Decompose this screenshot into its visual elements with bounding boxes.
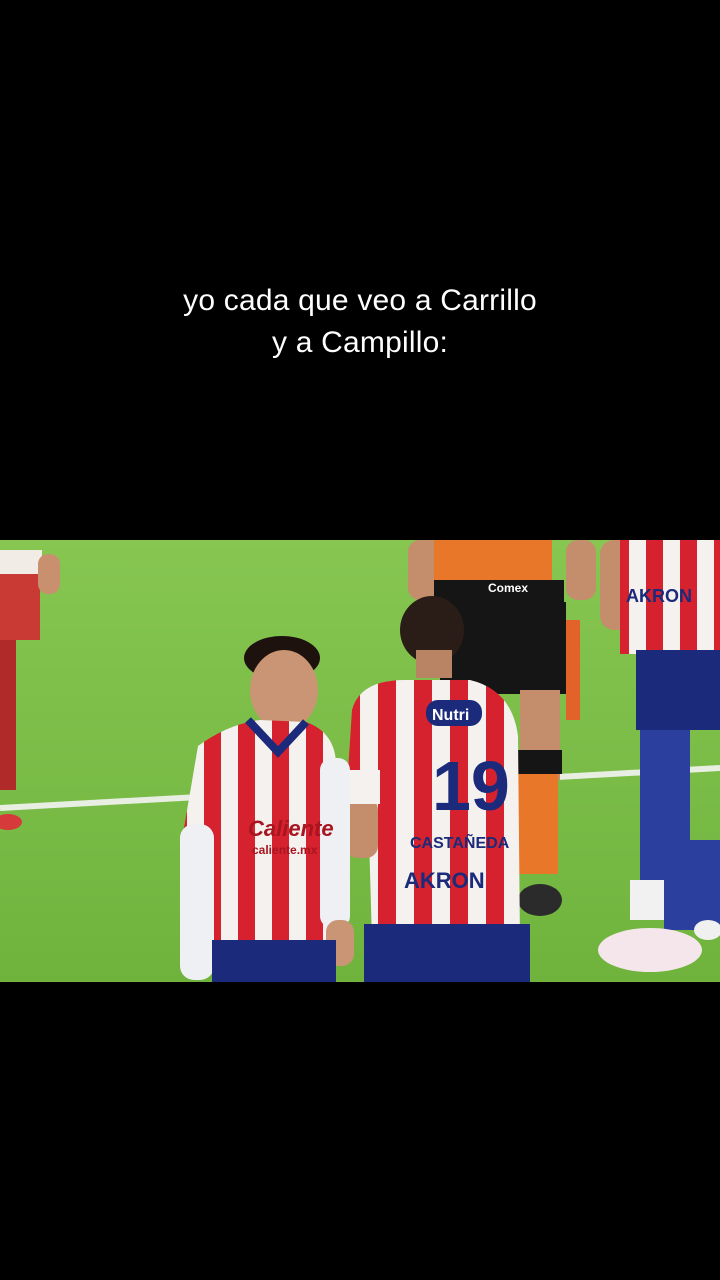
jersey-name-text: CASTAÑEDA <box>410 832 510 852</box>
jersey-top-sponsor-text: Nutri <box>432 707 469 724</box>
jersey-number-text: 19 <box>432 747 510 825</box>
jersey-front-sponsor-text: Caliente <box>248 816 334 841</box>
video-caption: yo cada que veo a Carrillo y a Campillo: <box>0 280 720 364</box>
jersey-front-sponsor-small-text: caliente.mx <box>252 843 318 857</box>
jersey-back-sponsor-text: AKRON <box>404 868 485 893</box>
caption-line-2: y a Campillo: <box>272 326 448 359</box>
video-frame[interactable]: Comex AKRON Nutri 19 CASTAÑEDA AKRON Cal… <box>0 540 720 982</box>
caption-line-1: yo cada que veo a Carrillo <box>183 284 537 317</box>
football-scene: Comex AKRON Nutri 19 CASTAÑEDA AKRON Cal… <box>0 540 720 982</box>
right-player-sponsor-text: AKRON <box>626 586 692 606</box>
referee-sponsor-text: Comex <box>488 581 528 595</box>
